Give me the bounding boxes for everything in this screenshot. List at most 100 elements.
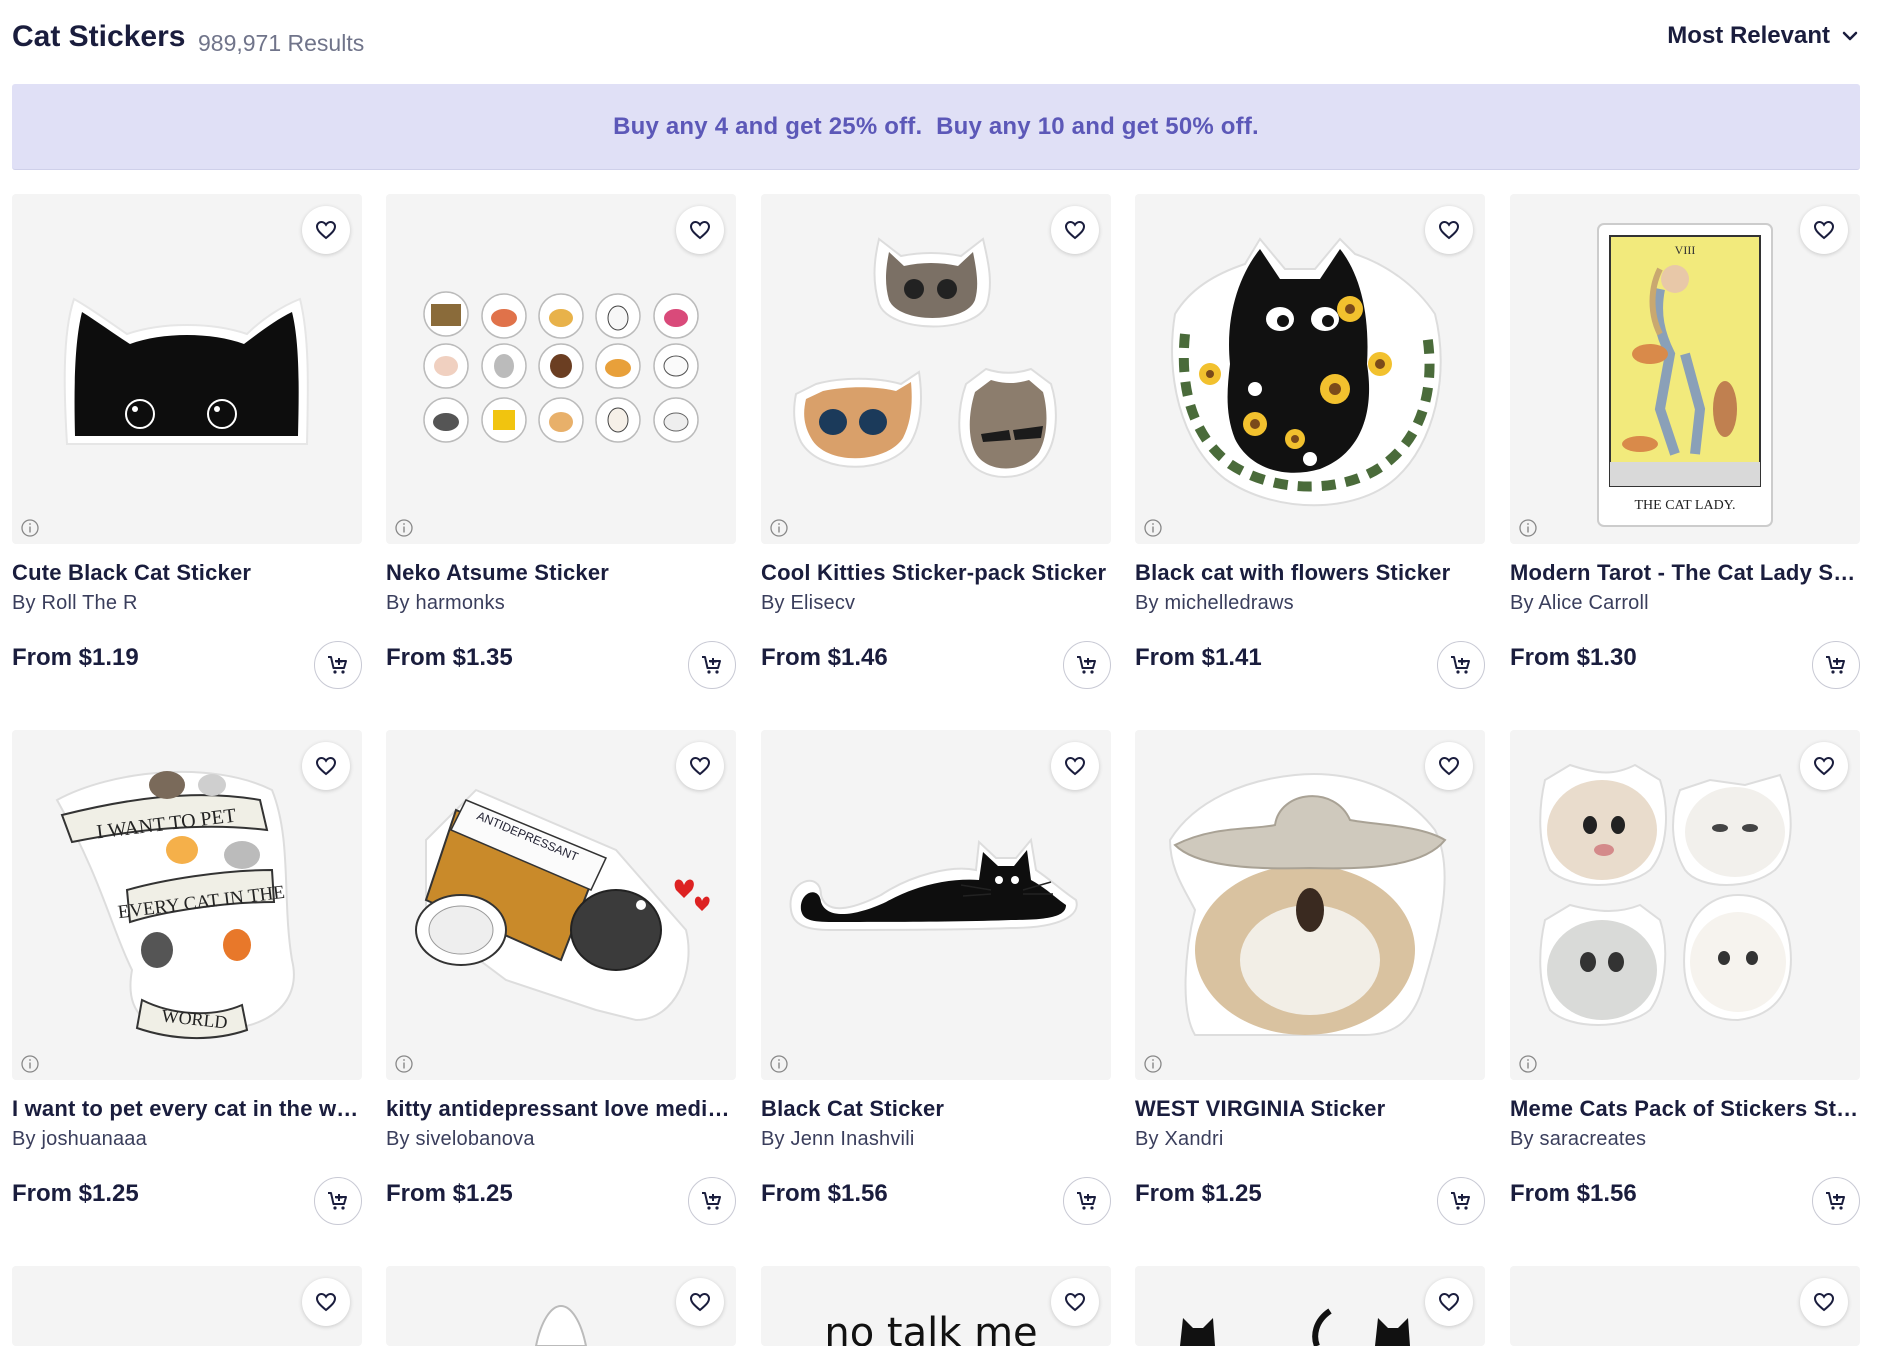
product-title[interactable]: Cute Black Cat Sticker — [12, 560, 362, 586]
product-title[interactable]: kitty antidepressant love medicine Stick… — [386, 1096, 736, 1122]
favorite-button[interactable] — [302, 206, 350, 254]
favorite-button[interactable] — [1800, 742, 1848, 790]
product-artist[interactable]: By sivelobanova — [386, 1128, 535, 1151]
product-card[interactable]: ANTIDEPRESSANT kitty antidepressant love… — [386, 730, 736, 1250]
product-artist[interactable]: By harmonks — [386, 592, 505, 615]
info-icon[interactable] — [20, 1054, 40, 1074]
product-card[interactable]: Cute Black Cat Sticker By Roll The R Fro… — [12, 194, 362, 714]
product-card[interactable]: Black Cat Sticker By Jenn Inashvili From… — [761, 730, 1111, 1250]
product-image[interactable] — [12, 1266, 362, 1346]
search-header: Cat Stickers 989,971 Results Most Releva… — [12, 18, 1860, 62]
add-to-cart-button[interactable] — [1063, 1177, 1111, 1225]
product-artist[interactable]: By Alice Carroll — [1510, 592, 1649, 615]
product-artist[interactable]: By Xandri — [1135, 1128, 1224, 1151]
product-card[interactable] — [1135, 1266, 1485, 1346]
product-image[interactable] — [1135, 194, 1485, 544]
product-image[interactable] — [386, 194, 736, 544]
add-to-cart-icon — [1077, 1192, 1096, 1210]
product-image[interactable]: ANTIDEPRESSANT — [386, 730, 736, 1080]
info-icon[interactable] — [1518, 518, 1538, 538]
product-image[interactable]: I WANT TO PET EVERY CAT IN THE WORLD — [12, 730, 362, 1080]
product-title[interactable]: I want to pet every cat in the world Sti… — [12, 1096, 362, 1122]
product-card[interactable]: I WANT TO PET EVERY CAT IN THE WORLD I w… — [12, 730, 362, 1250]
product-image[interactable] — [1135, 1266, 1485, 1346]
product-title[interactable]: Black cat with flowers Sticker — [1135, 560, 1485, 586]
heart-icon — [315, 1292, 337, 1312]
heart-icon — [1438, 220, 1460, 240]
sort-dropdown[interactable]: Most Relevant — [1667, 22, 1860, 50]
product-title[interactable]: WEST VIRGINIA Sticker — [1135, 1096, 1485, 1122]
product-title[interactable]: Cool Kitties Sticker-pack Sticker — [761, 560, 1111, 586]
product-price: From $1.25 — [1135, 1180, 1262, 1207]
favorite-button[interactable] — [676, 742, 724, 790]
info-icon[interactable] — [1143, 1054, 1163, 1074]
product-card[interactable]: Black cat with flowers Sticker By michel… — [1135, 194, 1485, 714]
add-to-cart-button[interactable] — [1437, 641, 1485, 689]
add-to-cart-button[interactable] — [1063, 641, 1111, 689]
favorite-button[interactable] — [676, 1278, 724, 1326]
product-image[interactable]: VIII THE CAT LADY. — [1510, 194, 1860, 544]
favorite-button[interactable] — [1800, 1278, 1848, 1326]
favorite-button[interactable] — [1425, 1278, 1473, 1326]
favorite-button[interactable] — [302, 742, 350, 790]
info-icon[interactable] — [1143, 518, 1163, 538]
add-to-cart-button[interactable] — [1437, 1177, 1485, 1225]
add-to-cart-button[interactable] — [314, 1177, 362, 1225]
product-card[interactable] — [386, 1266, 736, 1346]
favorite-button[interactable] — [1800, 206, 1848, 254]
product-card[interactable]: Meme Cats Pack of Stickers Sticker By sa… — [1510, 730, 1860, 1250]
heart-icon — [315, 756, 337, 776]
results-count: 989,971 Results — [198, 30, 365, 56]
info-icon[interactable] — [769, 1054, 789, 1074]
info-icon[interactable] — [1518, 1054, 1538, 1074]
favorite-button[interactable] — [1425, 206, 1473, 254]
product-card[interactable]: WEST VIRGINIA Sticker By Xandri From $1.… — [1135, 730, 1485, 1250]
product-artist[interactable]: By michelledraws — [1135, 592, 1294, 615]
product-artist[interactable]: By joshuanaaa — [12, 1128, 147, 1151]
product-artist[interactable]: By Elisecv — [761, 592, 855, 615]
product-image[interactable] — [761, 730, 1111, 1080]
product-image[interactable] — [1510, 730, 1860, 1080]
product-artist[interactable]: By Roll The R — [12, 592, 138, 615]
info-icon[interactable] — [394, 1054, 414, 1074]
product-image[interactable] — [761, 194, 1111, 544]
favorite-button[interactable] — [676, 206, 724, 254]
product-image[interactable] — [1135, 730, 1485, 1080]
favorite-button[interactable] — [302, 1278, 350, 1326]
info-icon[interactable] — [769, 518, 789, 538]
info-icon[interactable] — [394, 518, 414, 538]
heart-icon — [1438, 756, 1460, 776]
product-card[interactable]: Neko Atsume Sticker By harmonks From $1.… — [386, 194, 736, 714]
page-title: Cat Stickers — [12, 20, 186, 53]
add-to-cart-button[interactable] — [688, 1177, 736, 1225]
product-card[interactable]: VIII THE CAT LADY. Modern Tarot - The Ca… — [1510, 194, 1860, 714]
info-icon[interactable] — [20, 518, 40, 538]
product-artist[interactable]: By Jenn Inashvili — [761, 1128, 914, 1151]
product-card[interactable] — [1510, 1266, 1860, 1346]
heart-icon — [1438, 1292, 1460, 1312]
product-image[interactable] — [386, 1266, 736, 1346]
product-image[interactable]: no talk me — [761, 1266, 1111, 1346]
product-image[interactable] — [1510, 1266, 1860, 1346]
product-title[interactable]: Black Cat Sticker — [761, 1096, 1111, 1122]
add-to-cart-button[interactable] — [1812, 641, 1860, 689]
favorite-button[interactable] — [1051, 742, 1099, 790]
product-title[interactable]: Modern Tarot - The Cat Lady Sticker — [1510, 560, 1860, 586]
heart-icon — [1064, 756, 1086, 776]
product-card[interactable]: no talk me — [761, 1266, 1111, 1346]
product-card[interactable] — [12, 1266, 362, 1346]
add-to-cart-button[interactable] — [314, 641, 362, 689]
product-image[interactable] — [12, 194, 362, 544]
tarot-caption: THE CAT LADY. — [1635, 498, 1736, 513]
favorite-button[interactable] — [1425, 742, 1473, 790]
product-card[interactable]: Cool Kitties Sticker-pack Sticker By Eli… — [761, 194, 1111, 714]
product-price: From $1.41 — [1135, 644, 1262, 671]
heart-icon — [689, 1292, 711, 1312]
product-title[interactable]: Meme Cats Pack of Stickers Sticker — [1510, 1096, 1860, 1122]
favorite-button[interactable] — [1051, 206, 1099, 254]
add-to-cart-button[interactable] — [1812, 1177, 1860, 1225]
favorite-button[interactable] — [1051, 1278, 1099, 1326]
product-artist[interactable]: By saracreates — [1510, 1128, 1646, 1151]
add-to-cart-button[interactable] — [688, 641, 736, 689]
product-title[interactable]: Neko Atsume Sticker — [386, 560, 736, 586]
